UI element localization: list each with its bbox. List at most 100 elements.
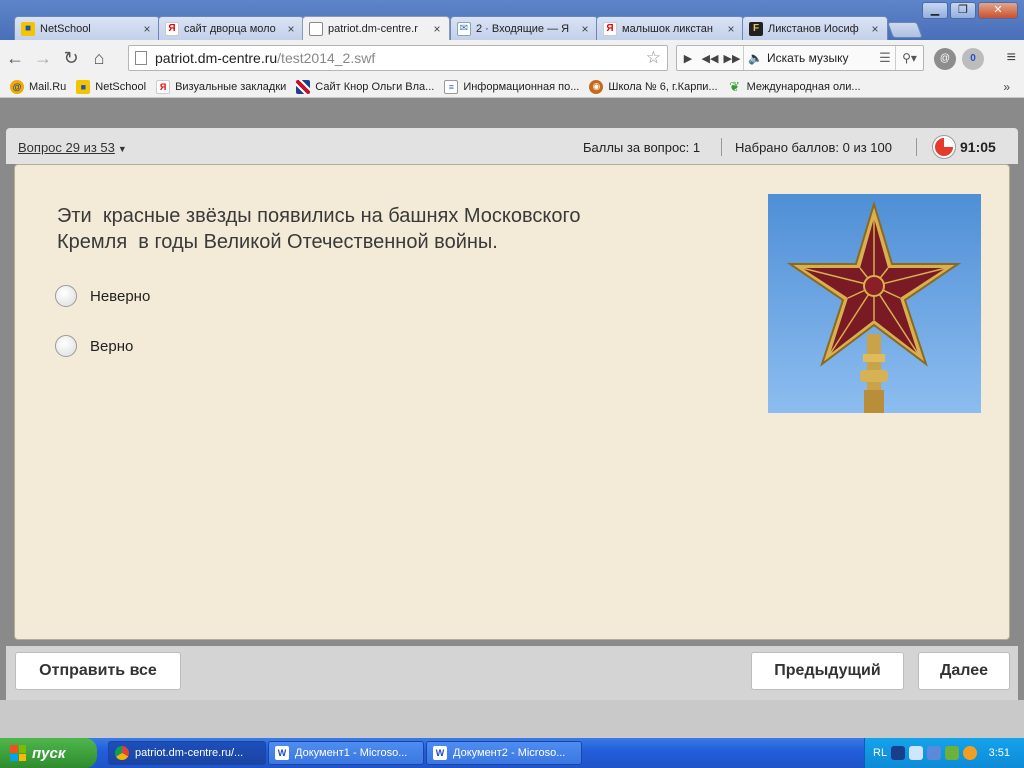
music-search-label: Искать музыку bbox=[766, 51, 849, 65]
page-icon bbox=[309, 22, 323, 36]
netschool-icon: ■ bbox=[21, 21, 35, 36]
tab-likstanov[interactable]: F Ликстанов Иосиф × bbox=[742, 16, 888, 40]
bookmark-netschool[interactable]: ■ NetSchool bbox=[76, 79, 147, 94]
task-document2[interactable]: W Документ2 - Microso... bbox=[426, 741, 582, 765]
question-text: Эти красные звёзды появились на башнях М… bbox=[57, 205, 581, 253]
mailru-icon: @ bbox=[10, 79, 24, 94]
bookmark-label: Визуальные закладки bbox=[175, 80, 287, 93]
home-button[interactable]: ⌂ bbox=[86, 45, 112, 71]
nvidia-icon[interactable] bbox=[945, 746, 960, 760]
language-indicator[interactable]: RL bbox=[873, 747, 887, 759]
tab-label: Ликстанов Иосиф bbox=[768, 22, 859, 35]
question-selector[interactable]: Вопрос 29 из 53 ▼ bbox=[18, 140, 127, 155]
bookmark-info[interactable]: ≡ Информационная по... bbox=[444, 79, 580, 94]
previous-button[interactable]: Предыдущий bbox=[751, 652, 904, 690]
bookmark-school[interactable]: ◉ Школа № 6, г.Карпи... bbox=[589, 79, 718, 94]
extension-icon[interactable]: @ bbox=[934, 48, 956, 70]
clock: 3:51 bbox=[988, 747, 1010, 759]
maximize-button[interactable]: ❐ bbox=[950, 2, 976, 19]
test-footer: Отправить все Предыдущий Далее bbox=[6, 646, 1018, 700]
caret-down-icon: ▼ bbox=[117, 144, 127, 154]
play-icon[interactable]: ▶ bbox=[677, 52, 699, 65]
back-button[interactable]: ← bbox=[2, 45, 28, 71]
task-chrome[interactable]: patriot.dm-centre.ru/... bbox=[108, 741, 266, 765]
close-window-button[interactable]: ✕ bbox=[978, 2, 1018, 19]
close-icon[interactable]: × bbox=[725, 22, 737, 36]
bookmark-label: Школа № 6, г.Карпи... bbox=[608, 80, 718, 93]
close-icon[interactable]: × bbox=[579, 22, 591, 36]
address-bar[interactable]: patriot.dm-centre.ru/test2014_2.swf ☆ bbox=[128, 45, 668, 71]
bookmarks-overflow-button[interactable]: » bbox=[1003, 80, 1010, 94]
bookmark-olympiad[interactable]: ❦ Международная оли... bbox=[728, 78, 860, 94]
extension-badge-icon[interactable]: 0 bbox=[962, 48, 984, 70]
yandex-icon: Я bbox=[156, 79, 171, 94]
tray-arrow-icon[interactable] bbox=[891, 746, 906, 760]
test-content: Вопрос 29 из 53 ▼ Баллы за вопрос: 1 Набр… bbox=[0, 98, 1024, 700]
forward-button[interactable]: → bbox=[30, 45, 56, 71]
bookmark-knor[interactable]: Сайт Кнор Ольги Вла... bbox=[296, 79, 435, 94]
url-path: /test2014_2.swf bbox=[277, 50, 376, 66]
window-controls: ▁ ❐ ✕ bbox=[922, 2, 1018, 19]
kremlin-star-image bbox=[768, 194, 981, 413]
question-selector-label: Вопрос 29 из 53 bbox=[18, 140, 115, 155]
yandex-icon: Я bbox=[603, 21, 617, 36]
browser-tab-strip: ■ NetSchool × Я сайт дворца моло × patri… bbox=[0, 0, 1024, 41]
bookmark-star-icon[interactable]: ☆ bbox=[646, 48, 661, 68]
divider bbox=[721, 138, 722, 156]
bookmarks-bar: @ Mail.Ru ■ NetSchool Я Визуальные закла… bbox=[0, 76, 1024, 98]
reload-button[interactable]: ↻ bbox=[58, 45, 84, 71]
antivirus-icon[interactable] bbox=[963, 746, 978, 760]
minimize-button[interactable]: ▁ bbox=[922, 2, 948, 19]
answer-option-false[interactable]: Неверно bbox=[55, 285, 150, 307]
tab-netschool[interactable]: ■ NetSchool × bbox=[14, 16, 160, 40]
browser-toolbar: ← → ↻ ⌂ patriot.dm-centre.ru/test2014_2.… bbox=[0, 40, 1024, 76]
radio-button[interactable] bbox=[55, 285, 77, 307]
network-icon[interactable] bbox=[909, 746, 924, 760]
music-search[interactable]: 🔈 Искать музыку bbox=[743, 46, 875, 70]
new-tab-button[interactable] bbox=[887, 22, 923, 38]
mail-icon: ✉ bbox=[457, 21, 471, 36]
tab-label: 2 · Входящие — Я bbox=[476, 22, 570, 35]
school-icon: ◉ bbox=[589, 79, 604, 94]
next-button[interactable]: Далее bbox=[918, 652, 1010, 690]
bookmark-mailru[interactable]: @ Mail.Ru bbox=[10, 79, 67, 94]
start-button[interactable]: пуск bbox=[0, 738, 97, 768]
radio-button[interactable] bbox=[55, 335, 77, 357]
ext-badge-count: 0 bbox=[970, 53, 976, 64]
kremlin-star-icon bbox=[786, 200, 962, 413]
timer: 91:05 bbox=[960, 139, 996, 155]
list-icon[interactable]: ☰ bbox=[875, 50, 895, 66]
task-document1[interactable]: W Документ1 - Microso... bbox=[268, 741, 424, 765]
tab-dvorec[interactable]: Я сайт дворца моло × bbox=[158, 16, 304, 40]
url-host: patriot.dm-centre.ru bbox=[155, 50, 278, 66]
yandex-icon: Я bbox=[165, 21, 179, 36]
tab-label: малышок ликстан bbox=[622, 22, 713, 35]
bookmark-visual[interactable]: Я Визуальные закладки bbox=[156, 79, 287, 94]
word-icon: W bbox=[433, 746, 447, 760]
bookmark-label: Mail.Ru bbox=[29, 80, 67, 93]
document-icon: ≡ bbox=[444, 79, 459, 94]
system-tray: RL 3:51 bbox=[864, 738, 1024, 768]
submit-all-button[interactable]: Отправить все bbox=[15, 652, 181, 690]
chrome-icon bbox=[115, 746, 129, 760]
answer-option-true[interactable]: Верно bbox=[55, 335, 133, 357]
rewind-icon[interactable]: ◀◀ bbox=[699, 52, 721, 65]
tab-patriot[interactable]: patriot.dm-centre.r × bbox=[302, 16, 450, 41]
bookmark-label: NetSchool bbox=[95, 80, 147, 93]
display-icon[interactable] bbox=[927, 746, 942, 760]
close-icon[interactable]: × bbox=[285, 22, 297, 36]
menu-icon[interactable]: ≡ bbox=[1007, 49, 1016, 67]
tab-mail[interactable]: ✉ 2 · Входящие — Я × bbox=[450, 16, 598, 40]
divider bbox=[916, 138, 917, 156]
bookmark-label: Информационная по... bbox=[463, 80, 580, 93]
search-icon[interactable]: ⚲▾ bbox=[895, 46, 923, 70]
tab-malyshok[interactable]: Я малышок ликстан × bbox=[596, 16, 744, 40]
close-icon[interactable]: × bbox=[869, 22, 881, 36]
question-panel: Эти красные звёзды появились на башнях М… bbox=[14, 164, 1010, 640]
bookmark-label: Сайт Кнор Ольги Вла... bbox=[315, 80, 435, 93]
fast-forward-icon[interactable]: ▶▶ bbox=[721, 52, 743, 65]
close-icon[interactable]: × bbox=[141, 22, 153, 36]
leaf-icon: ❦ bbox=[729, 78, 741, 94]
points-per-question: Баллы за вопрос: 1 bbox=[583, 140, 701, 155]
close-icon[interactable]: × bbox=[431, 22, 443, 36]
